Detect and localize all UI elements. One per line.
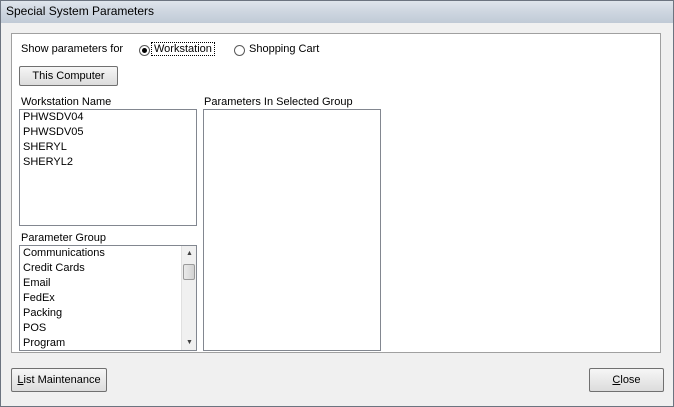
button-label: ist Maintenance bbox=[23, 374, 101, 386]
parameters-listbox[interactable] bbox=[203, 109, 381, 351]
list-item[interactable]: FedEx bbox=[20, 291, 196, 306]
show-parameters-label: Show parameters for bbox=[21, 43, 124, 55]
parameter-group-listbox[interactable]: Communications Credit Cards Email FedEx … bbox=[19, 245, 197, 351]
vertical-scrollbar[interactable]: ▲ ▼ bbox=[181, 246, 196, 350]
dialog-client-area: Show parameters for Workstation Shopping… bbox=[1, 23, 673, 406]
list-item[interactable]: POS bbox=[20, 321, 196, 336]
button-label: lose bbox=[620, 374, 641, 386]
list-item[interactable]: Email bbox=[20, 276, 196, 291]
title-bar[interactable]: Special System Parameters bbox=[1, 1, 673, 23]
window-title: Special System Parameters bbox=[6, 4, 155, 18]
radio-workstation[interactable] bbox=[139, 45, 150, 56]
workstation-name-heading: Workstation Name bbox=[21, 96, 112, 108]
parameters-in-group-heading: Parameters In Selected Group bbox=[204, 96, 353, 108]
list-item[interactable]: PHWSDV05 bbox=[20, 125, 196, 140]
dialog-window: Special System Parameters Show parameter… bbox=[0, 0, 674, 407]
radio-selected-dot bbox=[142, 48, 147, 53]
list-maintenance-button[interactable]: List Maintenance bbox=[11, 368, 107, 392]
list-item[interactable]: Communications bbox=[20, 246, 196, 261]
mnemonic-letter: C bbox=[612, 374, 621, 386]
parameter-group-heading: Parameter Group bbox=[21, 232, 106, 244]
radio-workstation-label[interactable]: Workstation bbox=[151, 42, 215, 56]
radio-shopping-cart[interactable] bbox=[234, 45, 245, 56]
scroll-down-arrow-icon[interactable]: ▼ bbox=[182, 335, 196, 350]
list-item[interactable]: SHERYL bbox=[20, 140, 196, 155]
list-item[interactable]: PHWSDV04 bbox=[20, 110, 196, 125]
workstation-listbox[interactable]: PHWSDV04 PHWSDV05 SHERYL SHERYL2 bbox=[19, 109, 197, 226]
close-button[interactable]: Close bbox=[589, 368, 664, 392]
scroll-thumb[interactable] bbox=[183, 264, 195, 280]
list-item[interactable]: Credit Cards bbox=[20, 261, 196, 276]
list-item[interactable]: Packing bbox=[20, 306, 196, 321]
parameters-panel: Show parameters for Workstation Shopping… bbox=[11, 33, 661, 353]
radio-shopping-cart-label[interactable]: Shopping Cart bbox=[249, 43, 319, 55]
this-computer-button[interactable]: This Computer bbox=[19, 66, 118, 86]
list-item[interactable]: Program bbox=[20, 336, 196, 350]
scroll-up-arrow-icon[interactable]: ▲ bbox=[182, 246, 196, 261]
list-item[interactable]: SHERYL2 bbox=[20, 155, 196, 170]
